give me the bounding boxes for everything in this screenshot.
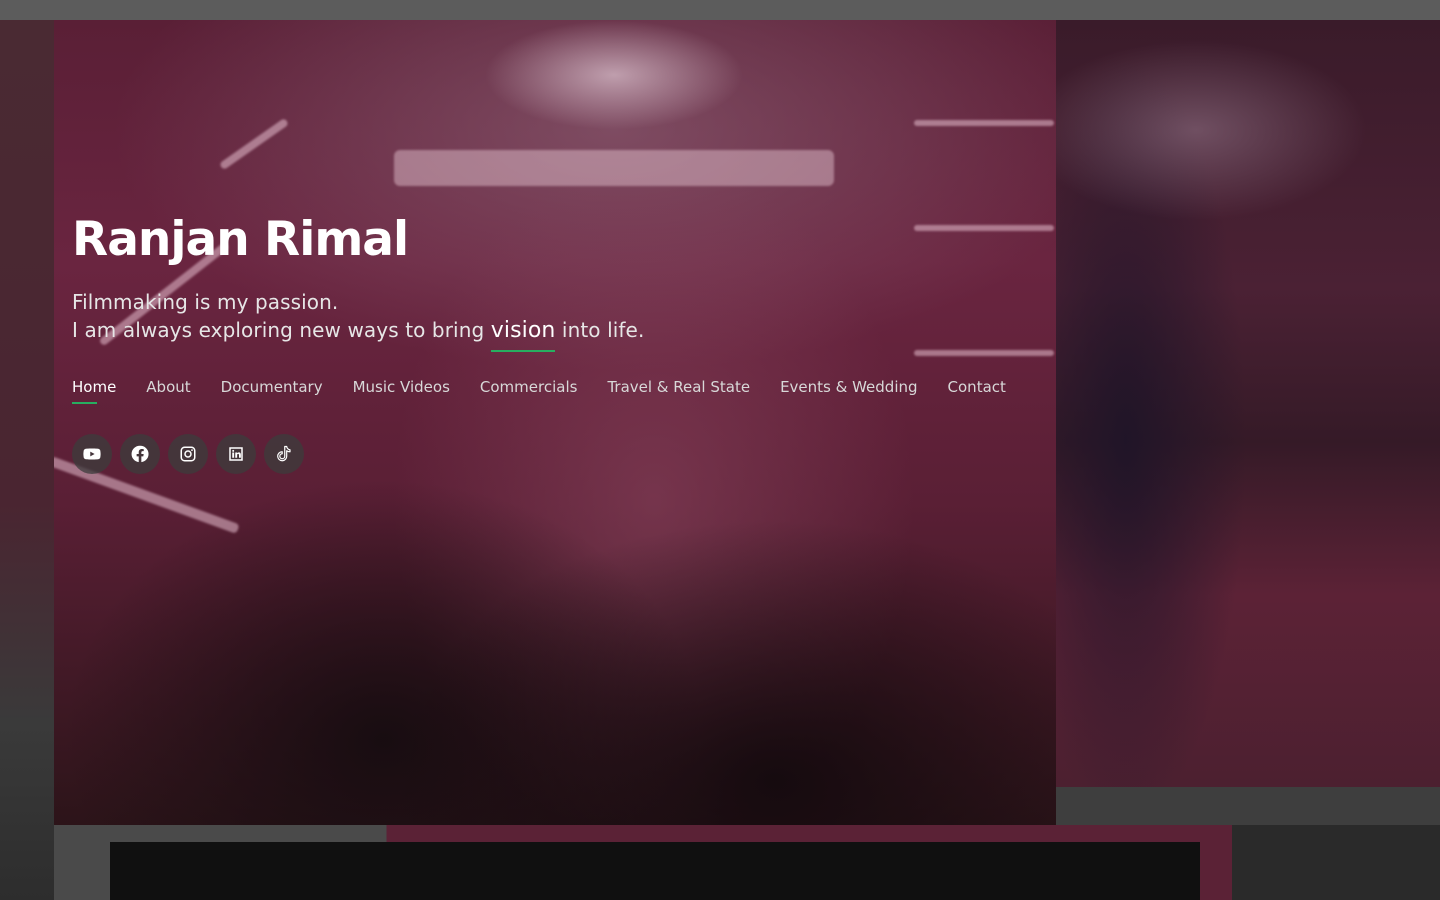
facebook-button[interactable] [120, 434, 160, 474]
tagline-highlight: vision [490, 318, 556, 352]
nav-item-commercials[interactable]: Commercials [480, 376, 578, 398]
top-strip [0, 0, 1440, 20]
hero: Ranjan Rimal Filmmaking is my passion. I… [72, 208, 1072, 474]
instagram-button[interactable] [168, 434, 208, 474]
youtube-icon [83, 448, 101, 460]
nav-item-contact[interactable]: Contact [948, 376, 1006, 398]
nav-item-music-videos[interactable]: Music Videos [353, 376, 450, 398]
nav-item-events-wedding[interactable]: Events & Wedding [780, 376, 917, 398]
neon-strip [218, 117, 290, 171]
site-title: Ranjan Rimal [72, 212, 409, 267]
tagline-text: into life. [555, 318, 645, 342]
neon-sign-logo [484, 20, 744, 130]
nav-item-about[interactable]: About [146, 376, 190, 398]
main-nav: Home About Documentary Music Videos Comm… [72, 376, 1072, 404]
tiktok-button[interactable] [264, 434, 304, 474]
linkedin-icon [229, 447, 243, 461]
neon-strip [914, 120, 1054, 126]
background-photo-left [0, 20, 60, 900]
tagline-line-1: Filmmaking is my passion. [72, 290, 339, 314]
next-section-preview [110, 842, 1200, 900]
facebook-icon [131, 445, 149, 463]
background-photo-right-bottom [1056, 787, 1440, 825]
nav-item-documentary[interactable]: Documentary [221, 376, 323, 398]
tagline: Filmmaking is my passion. I am always ex… [72, 288, 1072, 352]
tagline-text: I am always exploring new ways to bring [72, 318, 491, 342]
nav-item-travel-real-state[interactable]: Travel & Real State [607, 376, 750, 398]
nav-item-home[interactable]: Home [72, 376, 116, 404]
instagram-icon [180, 446, 196, 462]
neon-sign-banner [394, 150, 834, 186]
linkedin-button[interactable] [216, 434, 256, 474]
social-links [72, 434, 1072, 474]
youtube-button[interactable] [72, 434, 112, 474]
tiktok-icon [277, 445, 291, 462]
tagline-line-2: I am always exploring new ways to bring … [72, 316, 1072, 352]
background-photo-right [1056, 20, 1440, 787]
